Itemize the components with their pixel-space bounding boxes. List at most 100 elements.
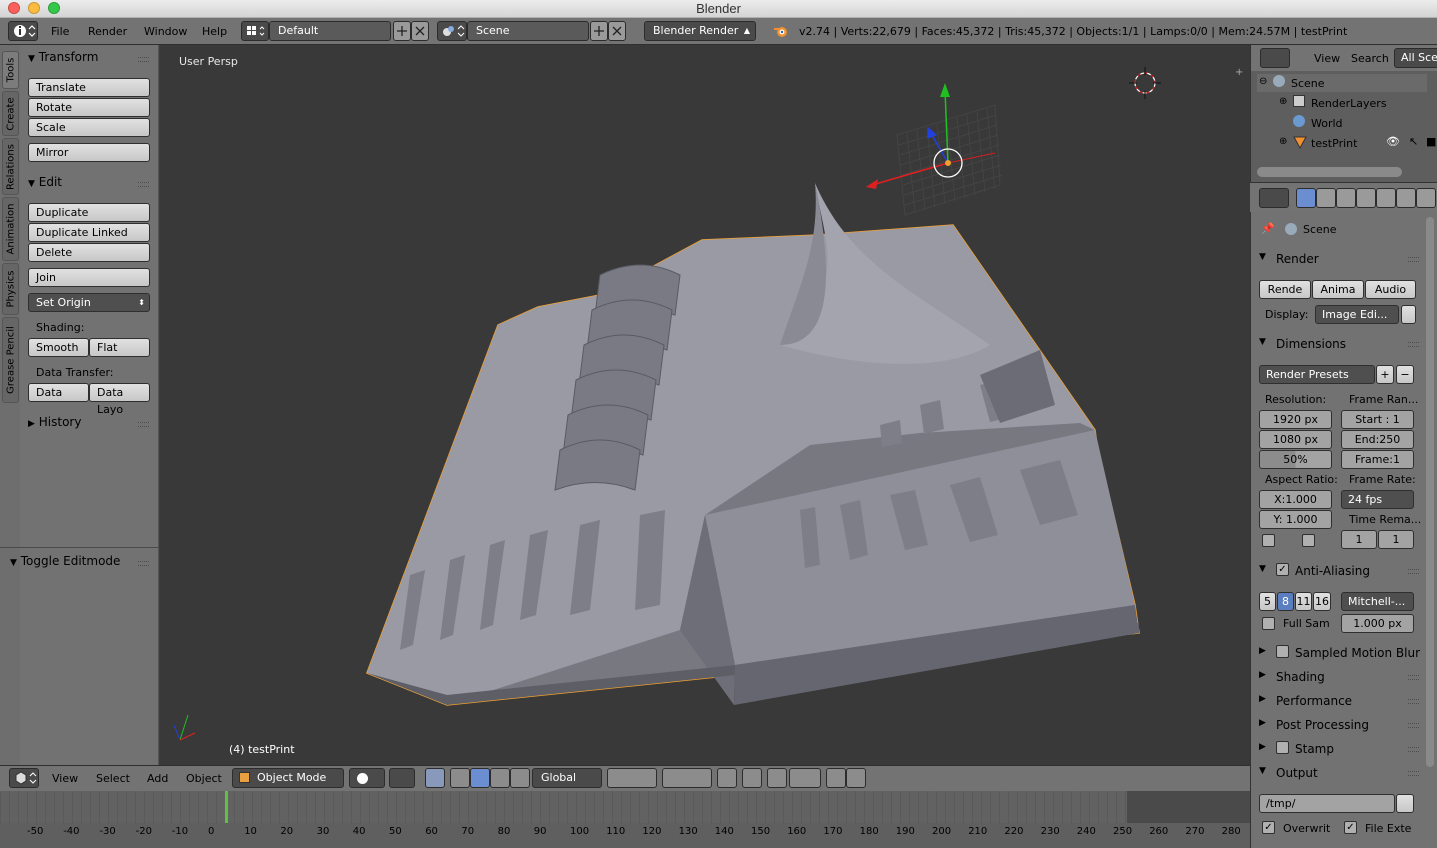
scale-button[interactable]: Scale — [28, 118, 150, 137]
manipulator-extra-icon[interactable] — [510, 768, 530, 788]
menu-file[interactable]: File — [51, 25, 69, 38]
current-frame-marker[interactable] — [225, 791, 228, 823]
editor-type-info-icon[interactable] — [8, 21, 38, 41]
translate-manipulator-icon[interactable] — [450, 768, 470, 788]
join-button[interactable]: Join — [28, 268, 150, 287]
menu-add[interactable]: Add — [147, 772, 168, 785]
close-window-icon[interactable] — [8, 2, 20, 14]
editor-type-outliner-icon[interactable] — [1260, 48, 1290, 68]
frame-rate-select[interactable]: 24 fps — [1341, 490, 1414, 509]
render-engine-select[interactable]: Blender Render ▲ — [644, 21, 756, 41]
panel-grip-icon[interactable] — [138, 182, 149, 187]
add-preset-icon[interactable]: + — [1376, 365, 1394, 384]
collapse-icon[interactable]: ⊖ — [1259, 76, 1267, 87]
viewport-shading-select[interactable] — [349, 768, 385, 788]
constraints-context-icon[interactable] — [1396, 188, 1416, 208]
transform-manipulator-icon[interactable] — [866, 83, 1003, 216]
transform-panel-header[interactable]: ▼ Transform — [28, 50, 98, 64]
editor-type-3dview-icon[interactable] — [9, 768, 39, 788]
scene-field[interactable]: Scene — [467, 21, 589, 41]
panel-grip-icon[interactable] — [138, 561, 149, 566]
menu-render[interactable]: Render — [88, 25, 127, 38]
render-preview-icon[interactable] — [826, 768, 846, 788]
resolution-percentage-field[interactable]: 50% — [1259, 450, 1332, 469]
translate-button[interactable]: Translate — [28, 78, 150, 97]
scene-selector-icon[interactable] — [437, 21, 467, 41]
menu-window[interactable]: Window — [144, 25, 187, 38]
file-extensions-checkbox[interactable]: ✓ — [1344, 821, 1357, 834]
panel-grip-icon[interactable] — [138, 422, 149, 427]
stamp-checkbox[interactable] — [1276, 741, 1289, 754]
timeline-editor[interactable]: -50 -40 -30 -20 -10 0 10 20 30 40 50 60 70 80 90 100 110… — [0, 791, 1250, 848]
outliner-item-world[interactable]: World — [1311, 117, 1343, 130]
edit-panel-header[interactable]: ▼ Edit — [28, 175, 62, 189]
layers-row-2-icon[interactable] — [662, 768, 712, 788]
smooth-shading-button[interactable]: Smooth — [28, 338, 89, 357]
aspect-x-field[interactable]: X:1.000 — [1259, 490, 1332, 509]
resolution-y-field[interactable]: 1080 px — [1259, 430, 1332, 449]
render-animation-button[interactable]: Anima — [1312, 280, 1364, 299]
interaction-mode-select[interactable]: Object Mode — [232, 768, 344, 788]
tab-physics[interactable]: Physics — [2, 263, 19, 315]
scale-manipulator-icon[interactable] — [490, 768, 510, 788]
minimize-window-icon[interactable] — [28, 2, 40, 14]
proportional-edit-icon[interactable] — [742, 768, 762, 788]
time-remap-new-field[interactable]: 1 — [1378, 530, 1414, 549]
data-layout-button[interactable]: Data Layo — [89, 383, 150, 416]
zoom-window-icon[interactable] — [48, 2, 60, 14]
pivot-point-icon[interactable] — [389, 768, 415, 788]
render-context-icon[interactable] — [1296, 188, 1316, 208]
outliner-item-renderlayers[interactable]: RenderLayers — [1311, 97, 1387, 110]
modifiers-context-icon[interactable] — [1416, 188, 1436, 208]
flat-shading-button[interactable]: Flat — [89, 338, 150, 357]
visibility-eye-icon[interactable]: 👁 — [1386, 135, 1400, 148]
world-context-icon[interactable] — [1356, 188, 1376, 208]
menu-view[interactable]: View — [52, 772, 78, 785]
aa-samples-16-button[interactable]: 16 — [1313, 592, 1331, 611]
pin-icon[interactable]: 📌 — [1261, 222, 1275, 235]
time-remap-old-field[interactable]: 1 — [1341, 530, 1377, 549]
renderability-camera-icon[interactable]: ■ — [1426, 135, 1436, 148]
remove-preset-icon[interactable]: − — [1396, 365, 1414, 384]
screen-layout-icon[interactable] — [241, 21, 269, 41]
border-checkbox[interactable] — [1262, 534, 1275, 547]
remove-scene-icon[interactable] — [608, 21, 626, 41]
aa-samples-5-button[interactable]: 5 — [1259, 592, 1276, 611]
aa-filter-select[interactable]: Mitchell-... — [1341, 592, 1414, 611]
rotate-manipulator-icon[interactable] — [470, 768, 490, 788]
aa-samples-11-button[interactable]: 11 — [1295, 592, 1312, 611]
menu-help[interactable]: Help — [202, 25, 227, 38]
tab-relations[interactable]: Relations — [2, 138, 19, 195]
model-testprint[interactable] — [366, 183, 1140, 706]
delete-button[interactable]: Delete — [28, 243, 150, 262]
outliner-menu-search[interactable]: Search — [1351, 52, 1389, 65]
motion-blur-checkbox[interactable] — [1276, 645, 1289, 658]
frame-step-field[interactable]: Frame:1 — [1341, 450, 1414, 469]
remove-layout-icon[interactable] — [411, 21, 429, 41]
operator-panel-header[interactable]: ▼ Toggle Editmode — [10, 554, 120, 568]
antialiasing-checkbox[interactable]: ✓ — [1276, 563, 1289, 576]
outliner-item-testprint[interactable]: testPrint — [1311, 137, 1357, 150]
scene-context-icon[interactable] — [1336, 188, 1356, 208]
3d-viewport[interactable]: User Persp + (4) testPrint — [160, 45, 1250, 765]
mirror-button[interactable]: Mirror — [28, 143, 150, 162]
layers-row-1-icon[interactable] — [607, 768, 657, 788]
render-audio-button[interactable]: Audio — [1365, 280, 1416, 299]
add-scene-icon[interactable] — [590, 21, 608, 41]
full-sample-checkbox[interactable] — [1262, 617, 1275, 630]
set-origin-select[interactable]: Set Origin ⬍ — [28, 293, 150, 312]
render-animation-icon[interactable] — [846, 768, 866, 788]
rotate-button[interactable]: Rotate — [28, 98, 150, 117]
panel-grip-icon[interactable] — [138, 57, 149, 62]
data-transfer-button[interactable]: Data — [28, 383, 89, 402]
outliner-item-scene[interactable]: Scene — [1291, 77, 1325, 90]
display-select[interactable]: Image Edi... — [1315, 305, 1399, 324]
tab-tools[interactable]: Tools — [2, 51, 19, 89]
tab-grease-pencil[interactable]: Grease Pencil — [2, 317, 19, 403]
history-panel-header[interactable]: ▶ History — [28, 415, 81, 429]
selectability-arrow-icon[interactable]: ↖ — [1409, 135, 1418, 148]
outliner-menu-view[interactable]: View — [1314, 52, 1340, 65]
editor-type-properties-icon[interactable] — [1259, 188, 1289, 208]
aa-samples-8-button[interactable]: 8 — [1277, 592, 1294, 611]
expand-icon[interactable]: ⊕ — [1279, 136, 1287, 147]
